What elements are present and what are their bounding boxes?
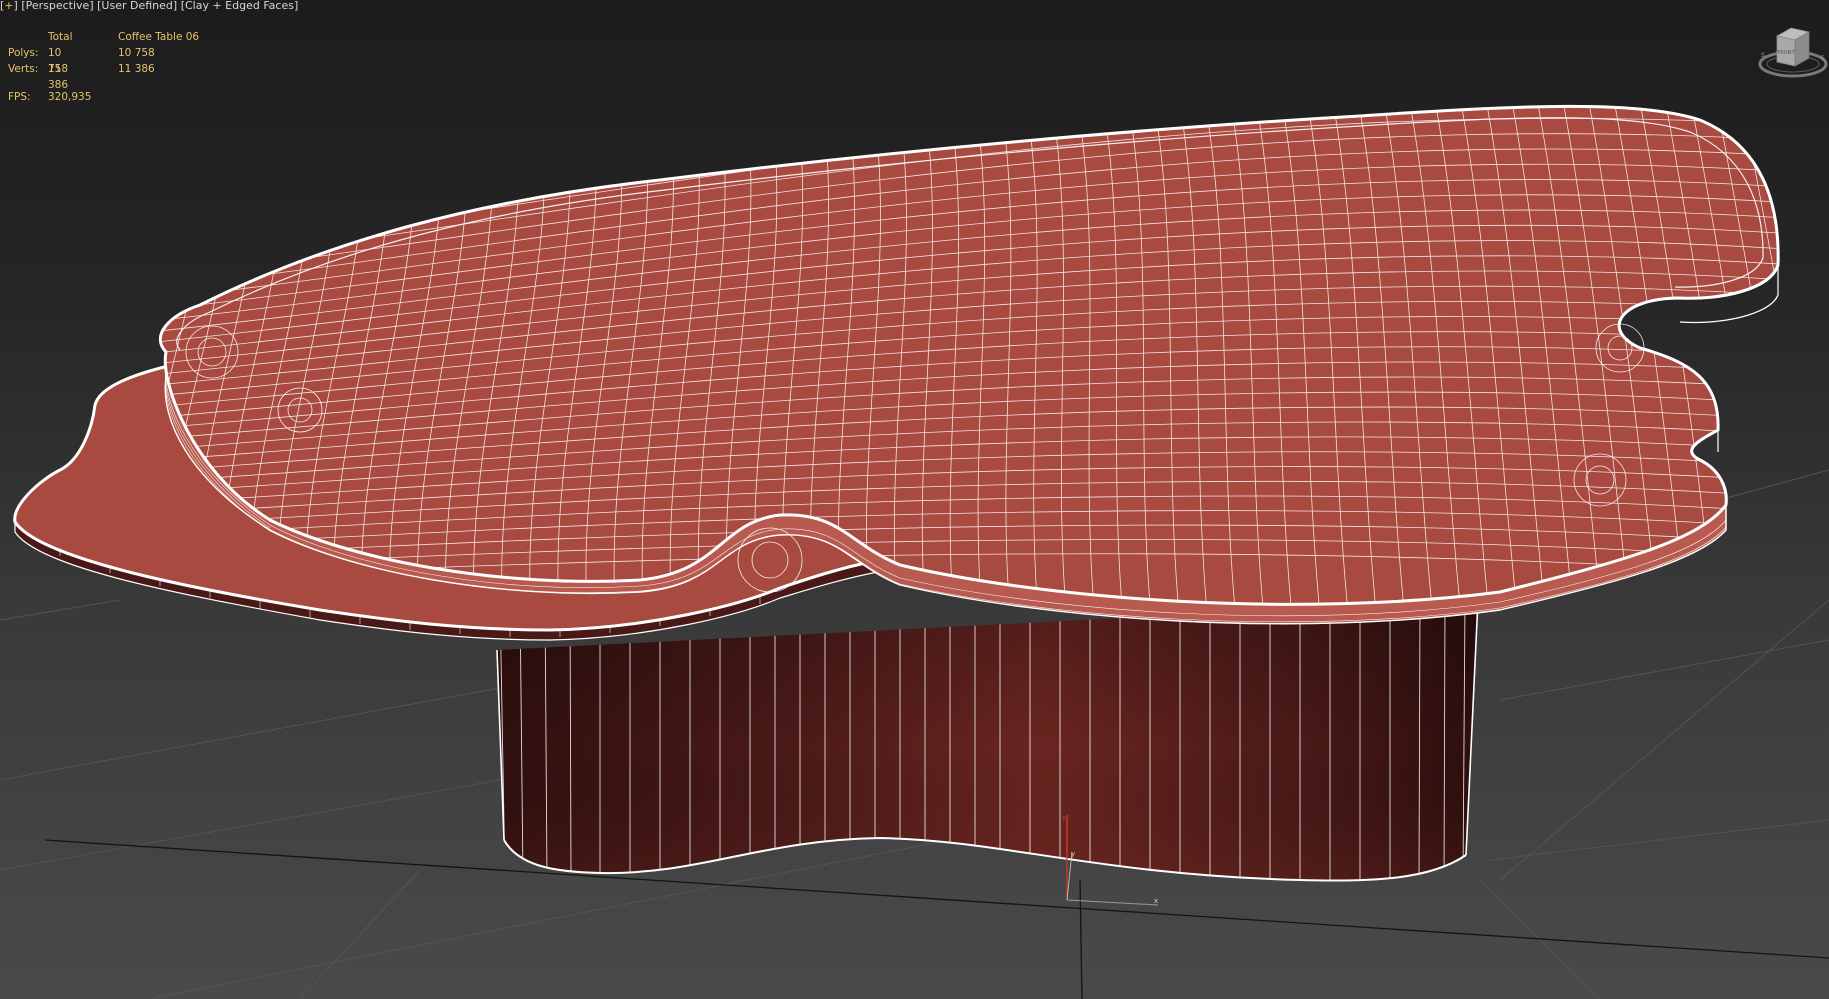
svg-text:x: x [1154, 897, 1158, 905]
verts-object: 11 386 [118, 63, 155, 75]
view-name-label: Perspective [25, 0, 90, 12]
svg-text:y: y [1071, 850, 1075, 858]
perspective-viewport[interactable]: z y x [+] [Perspective] [User Defined] [… [0, 0, 1829, 999]
shading-mode-label: Clay + Edged Faces [184, 0, 294, 12]
svg-text:z: z [1062, 814, 1066, 822]
viewcube-compass-s: S [1761, 52, 1765, 59]
world-axis-lines [44, 839, 1829, 999]
shading-mode-menu[interactable]: [Clay + Edged Faces] [181, 0, 299, 12]
stats-total-header: Total [48, 31, 73, 43]
polys-object: 10 758 [118, 47, 155, 59]
view-mode-label: User Defined [101, 0, 173, 12]
view-mode-menu[interactable]: [User Defined] [97, 0, 177, 12]
viewport-label-bar: [+] [Perspective] [User Defined] [Clay +… [0, 0, 298, 12]
fps-label: FPS: [8, 91, 31, 103]
view-name-menu[interactable]: [Perspective] [21, 0, 93, 12]
stats-object-header: Coffee Table 06 [118, 31, 200, 43]
viewport-menu-button[interactable]: [+] [0, 0, 18, 12]
scene-canvas[interactable]: z y x [0, 0, 1829, 999]
polys-label: Polys: [8, 47, 39, 59]
viewcube-compass-e: E [1821, 55, 1825, 62]
fps-value: 320,935 [48, 91, 92, 103]
verts-label: Verts: [8, 63, 39, 75]
viewport-menu-plus: + [4, 0, 14, 12]
viewcube-icon[interactable]: FRONT S E [1757, 22, 1829, 86]
viewcube-front-label: FRONT [1777, 50, 1795, 56]
